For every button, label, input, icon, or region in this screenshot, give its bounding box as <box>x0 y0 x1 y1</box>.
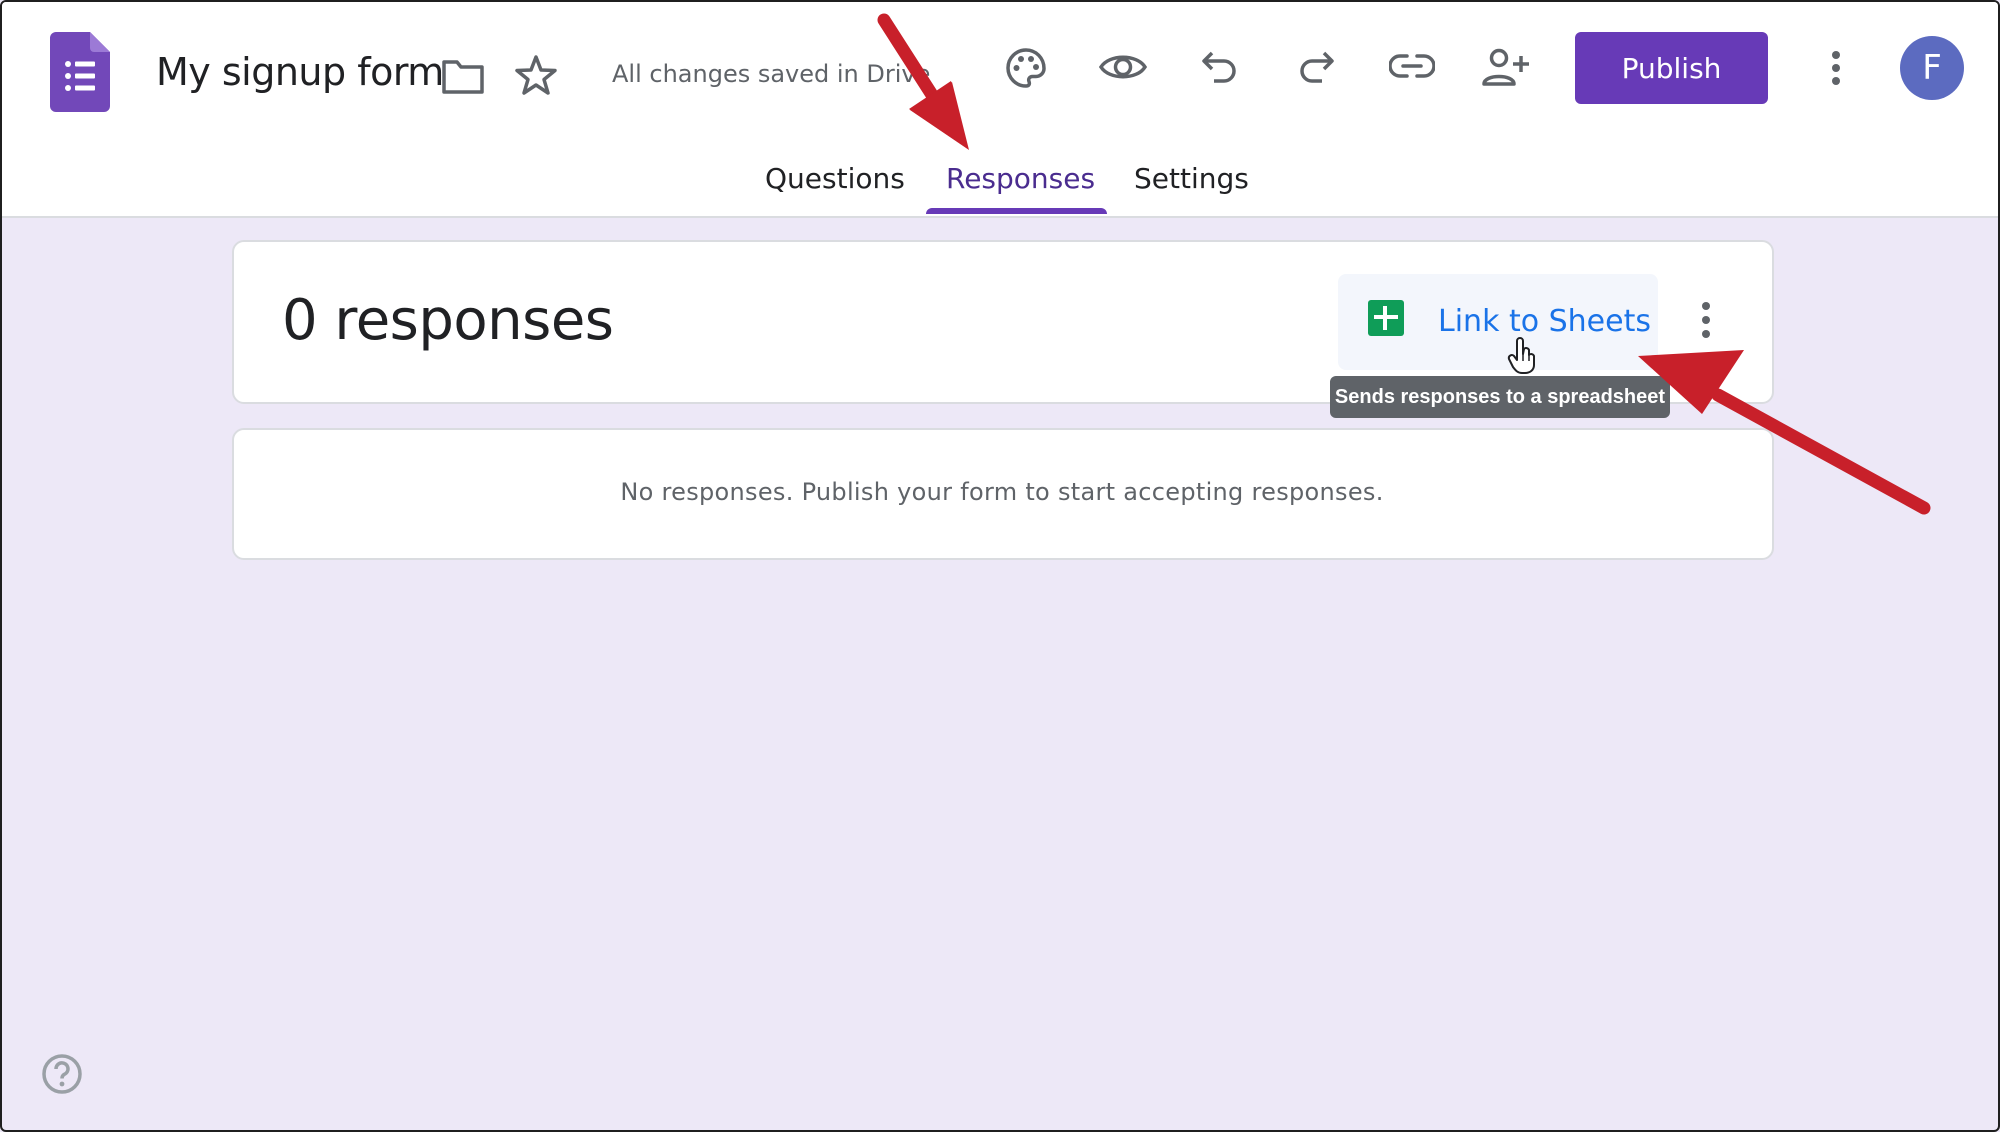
star-icon[interactable] <box>512 52 560 98</box>
tab-responses[interactable]: Responses <box>946 162 1095 195</box>
active-tab-indicator <box>926 208 1107 214</box>
tab-questions[interactable]: Questions <box>765 162 905 195</box>
add-person-icon[interactable] <box>1480 46 1532 90</box>
sheets-icon <box>1368 300 1404 341</box>
tooltip: Sends responses to a spreadsheet <box>1330 376 1670 418</box>
response-count: 0 responses <box>282 288 614 353</box>
eye-icon[interactable] <box>1098 46 1148 88</box>
top-header: My signup form All changes saved in Driv… <box>2 2 1998 218</box>
link-to-sheets-label: Link to Sheets <box>1438 304 1651 339</box>
empty-responses-message: No responses. Publish your form to start… <box>620 478 1384 506</box>
avatar[interactable]: F <box>1900 36 1964 100</box>
link-icon[interactable] <box>1388 48 1436 84</box>
more-vert-icon[interactable] <box>1824 48 1848 88</box>
tab-settings[interactable]: Settings <box>1134 162 1249 195</box>
more-vert-icon[interactable] <box>1696 300 1716 340</box>
hand-cursor-icon <box>1506 336 1540 376</box>
redo-icon[interactable] <box>1294 46 1338 88</box>
folder-icon[interactable] <box>440 54 486 98</box>
link-to-sheets-button[interactable]: Link to Sheets <box>1338 274 1658 370</box>
help-icon[interactable] <box>40 1052 84 1096</box>
publish-button[interactable]: Publish <box>1575 32 1768 104</box>
palette-icon[interactable] <box>1002 44 1050 92</box>
forms-logo-icon[interactable] <box>50 32 110 112</box>
app-window: My signup form All changes saved in Driv… <box>0 0 2000 1132</box>
save-status: All changes saved in Drive <box>612 60 931 88</box>
form-title[interactable]: My signup form <box>156 50 444 94</box>
undo-icon[interactable] <box>1198 46 1242 88</box>
